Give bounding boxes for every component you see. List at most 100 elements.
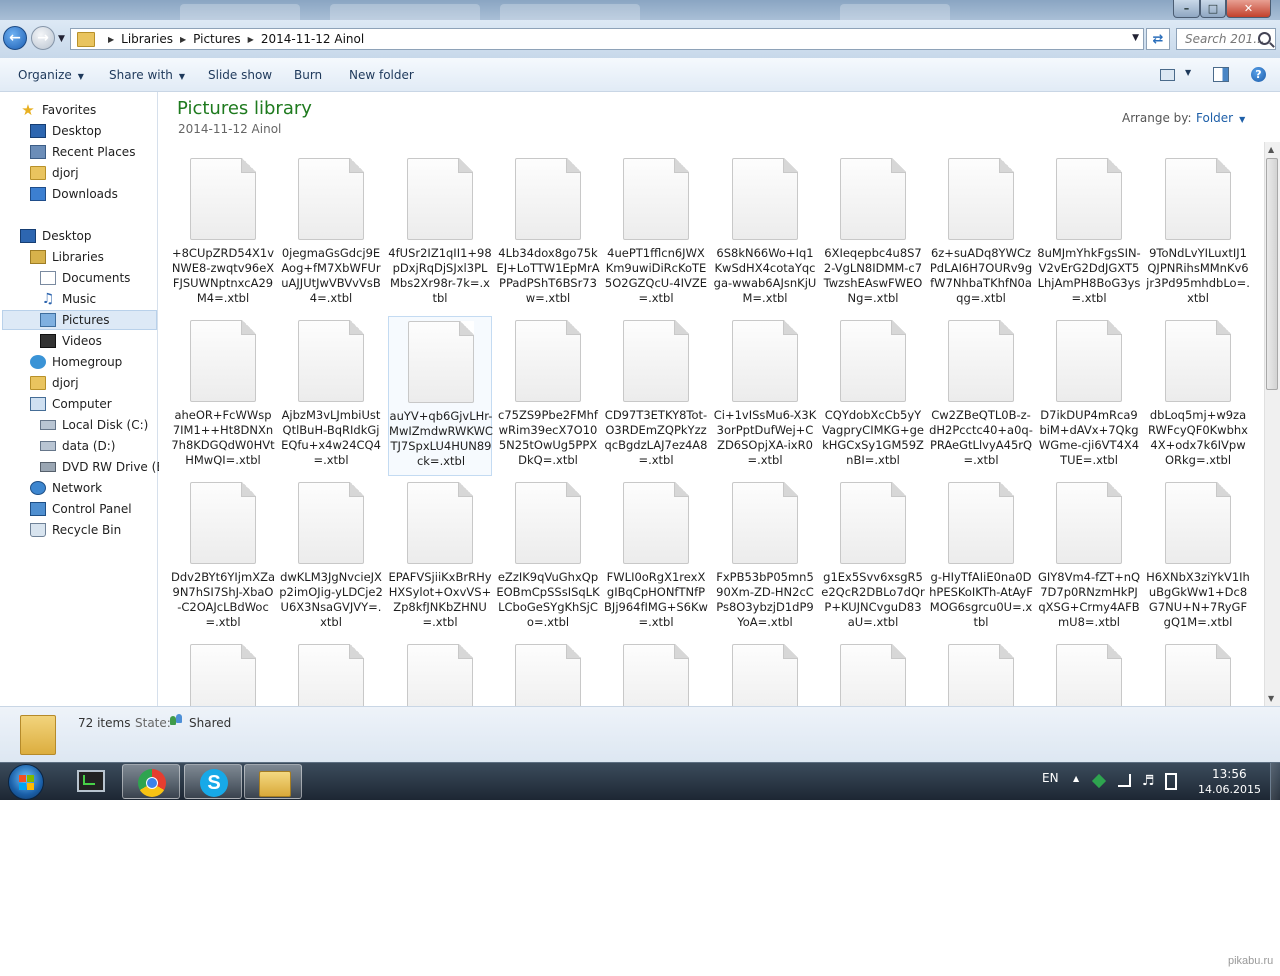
file-item[interactable]: 4uePT1fflcn6JWXKm9uwiDiRcKoTE5O2GZQcU-4I… bbox=[604, 154, 708, 314]
file-item[interactable]: 4fUSr2IZ1qII1+98pDxjRqDjSJxl3PLMbs2Xr98r… bbox=[388, 154, 492, 314]
nav-pictures[interactable]: Pictures bbox=[2, 310, 157, 330]
nav-recycle-bin[interactable]: Recycle Bin bbox=[30, 520, 121, 540]
file-item[interactable]: 9ToNdLvYILuxtIJ1QJPNRihsMMnKv6jr3Pd95mhd… bbox=[1146, 154, 1250, 314]
taskbar-chrome[interactable] bbox=[122, 764, 180, 799]
file-item[interactable]: GIY8Vm4-fZT+nQ7D7p0RNzmHkPJqXSG+Crmy4AFB… bbox=[1037, 478, 1141, 638]
nav-local-disk-c[interactable]: Local Disk (C:) bbox=[40, 415, 148, 435]
language-indicator[interactable]: EN bbox=[1042, 771, 1059, 785]
file-item[interactable]: 4Lb34dox8go75kEJ+LoTTW1EpMrAPPadPShT6BSr… bbox=[496, 154, 600, 314]
nav-data-d[interactable]: data (D:) bbox=[40, 436, 116, 456]
antivirus-shield-icon[interactable] bbox=[1091, 773, 1107, 789]
close-button[interactable]: ✕ bbox=[1226, 0, 1271, 18]
start-button[interactable] bbox=[8, 764, 44, 800]
file-item[interactable]: 0jegmaGsGdcj9EAog+fM7XbWFUruAJJUtJwVBVvV… bbox=[279, 154, 383, 314]
nav-computer[interactable]: Computer bbox=[30, 394, 112, 414]
file-item[interactable]: D7ikDUP4mRca9biM+dAVx+7QkgWGme-cji6VT4X4… bbox=[1037, 316, 1141, 476]
scroll-up-icon[interactable]: ▲ bbox=[1268, 145, 1274, 154]
file-item[interactable]: aheOR+FcWWsp7IM1++Ht8DNXn7h8KDGQdW0HVtHM… bbox=[171, 316, 275, 476]
clock-time[interactable]: 13:56 bbox=[1212, 767, 1247, 781]
file-item[interactable]: 8uMJmYhkFgsSIN-V2vErG2DdJGXT5LhjAmPH8BoG… bbox=[1037, 154, 1141, 314]
chevron-down-icon[interactable]: ▼ bbox=[1132, 33, 1139, 43]
nav-dvd-drive-e[interactable]: DVD RW Drive (E:) bbox=[40, 457, 173, 477]
nav-documents[interactable]: Documents bbox=[40, 268, 130, 288]
file-item[interactable] bbox=[1037, 640, 1141, 706]
nav-djorj-favorite[interactable]: djorj bbox=[30, 163, 79, 183]
chevron-down-icon[interactable]: ▼ bbox=[1185, 68, 1191, 77]
file-item[interactable]: c75ZS9Pbe2FMhfwRim39ecX7O105N25tOwUg5PPX… bbox=[496, 316, 600, 476]
scroll-down-icon[interactable]: ▼ bbox=[1268, 694, 1274, 703]
nav-djorj[interactable]: djorj bbox=[30, 373, 79, 393]
file-item[interactable]: eZzIK9qVuGhxQpEOBmCpSSsISqLKLCboGeSYgKhS… bbox=[496, 478, 600, 638]
nav-recent-places[interactable]: Recent Places bbox=[30, 142, 135, 162]
file-item[interactable]: CD97T3ETKY8Tot-O3RDEmZQPkYzzqcBgdzLAJ7ez… bbox=[604, 316, 708, 476]
show-desktop-button[interactable] bbox=[1270, 763, 1280, 800]
breadcrumb-current-folder[interactable]: 2014-11-12 Ainol bbox=[261, 32, 364, 46]
power-icon[interactable] bbox=[1165, 773, 1177, 790]
volume-icon[interactable]: ♬ bbox=[1142, 774, 1156, 788]
preview-pane-icon[interactable] bbox=[1213, 67, 1229, 82]
nav-music[interactable]: ♫ Music bbox=[40, 289, 96, 309]
nav-desktop[interactable]: Desktop bbox=[20, 226, 92, 246]
file-item[interactable]: +8CUpZRD54X1vNWE8-zwqtv96eXFJSUWNptnxcA2… bbox=[171, 154, 275, 314]
file-item[interactable]: 6z+suADq8YWCzPdLAI6H7OURv9gfW7NhbaTKhfN0… bbox=[929, 154, 1033, 314]
file-item[interactable]: dwKLM3JgNvcieJXp2imOJig-yLDCje2U6X3NsaGV… bbox=[279, 478, 383, 638]
nav-libraries[interactable]: Libraries bbox=[30, 247, 104, 267]
forward-button[interactable]: → bbox=[31, 26, 55, 50]
file-item[interactable] bbox=[821, 640, 925, 706]
file-item[interactable]: AjbzM3vLJmbiUstQtlBuH-BqRIdkGjEQfu+x4w24… bbox=[279, 316, 383, 476]
file-item[interactable]: Ddv2BYt6YIjmXZa9N7hSI7ShJ-XbaO-C2OAJcLBd… bbox=[171, 478, 275, 638]
scrollbar-thumb[interactable] bbox=[1266, 158, 1278, 390]
file-item[interactable]: g1Ex5Svv6xsgR5e2QcR2DBLo7dQrP+KUJNCvguD8… bbox=[821, 478, 925, 638]
breadcrumb-libraries[interactable]: Libraries bbox=[121, 32, 173, 46]
chevron-right-icon[interactable]: ▶ bbox=[108, 35, 114, 44]
file-item[interactable] bbox=[604, 640, 708, 706]
breadcrumb-pictures[interactable]: Pictures bbox=[193, 32, 241, 46]
signal-strength-icon[interactable] bbox=[1118, 774, 1131, 787]
slide-show-button[interactable]: Slide show bbox=[208, 68, 272, 82]
refresh-button[interactable]: ⇄ bbox=[1146, 28, 1170, 50]
file-item[interactable]: EPAFVSjiiKxBrRHyHXSylot+OxvVS+Zp8kfJNKbZ… bbox=[388, 478, 492, 638]
new-folder-button[interactable]: New folder bbox=[349, 68, 414, 82]
burn-button[interactable]: Burn bbox=[294, 68, 322, 82]
file-item[interactable] bbox=[713, 640, 817, 706]
file-item[interactable] bbox=[171, 640, 275, 706]
file-item[interactable]: CQYdobXcCb5yYVagpryCIMKG+gekHGCxSy1GM59Z… bbox=[821, 316, 925, 476]
arrange-by-dropdown[interactable]: Folder ▼ bbox=[1196, 111, 1245, 125]
file-item[interactable] bbox=[496, 640, 600, 706]
nav-desktop-favorite[interactable]: Desktop bbox=[30, 121, 102, 141]
file-item[interactable] bbox=[388, 640, 492, 706]
nav-videos[interactable]: Videos bbox=[40, 331, 102, 351]
file-item[interactable]: 6XIeqepbc4u8S72-VgLN8IDMM-c7TwzshEAswFWE… bbox=[821, 154, 925, 314]
chevron-right-icon[interactable]: ▶ bbox=[180, 35, 186, 44]
help-icon[interactable]: ? bbox=[1251, 67, 1266, 82]
change-view-icon[interactable] bbox=[1160, 69, 1175, 81]
file-item[interactable]: auYV+qb6GjvLHr-MwIZmdwRWKWCTJ7SpxLU4HUN8… bbox=[388, 316, 493, 476]
nav-homegroup[interactable]: Homegroup bbox=[30, 352, 122, 372]
back-button[interactable]: ← bbox=[3, 26, 27, 50]
file-item[interactable]: g-HIyTfAIiE0na0DhPESKoIKTh-AtAyFMOG6sgrc… bbox=[929, 478, 1033, 638]
file-item[interactable] bbox=[279, 640, 383, 706]
nav-network[interactable]: Network bbox=[30, 478, 102, 498]
taskbar-skype[interactable]: S bbox=[184, 764, 242, 799]
recent-pages-dropdown[interactable]: ▼ bbox=[58, 34, 65, 44]
file-item[interactable]: H6XNbX3ziYkV1IhuBgGkWw1+Dc8G7NU+N+7RyGFg… bbox=[1146, 478, 1250, 638]
address-bar[interactable]: ▶ Libraries ▶ Pictures ▶ 2014-11-12 Aino… bbox=[70, 28, 1144, 50]
taskbar-explorer[interactable] bbox=[244, 764, 302, 799]
file-item[interactable] bbox=[1146, 640, 1250, 706]
file-item[interactable]: Ci+1vISsMu6-X3K3orPptDufWej+CZD6SOpjXA-i… bbox=[713, 316, 817, 476]
show-hidden-icons-icon[interactable]: ▲ bbox=[1073, 774, 1079, 783]
taskbar-system-monitor[interactable] bbox=[60, 764, 118, 799]
file-item[interactable]: Cw2ZBeQTL0B-z-dH2Pcctc40+a0q-PRAeGtLlvyA… bbox=[929, 316, 1033, 476]
search-input[interactable]: Search 201... bbox=[1176, 28, 1276, 50]
file-item[interactable]: 6S8kN66Wo+Iq1KwSdHX4cotaYqcga-wwab6AJsnK… bbox=[713, 154, 817, 314]
maximize-button[interactable]: □ bbox=[1200, 0, 1226, 18]
file-item[interactable] bbox=[929, 640, 1033, 706]
file-item[interactable]: FxPB53bP05mn590Xm-ZD-HN2cCPs8O3ybzjD1dP9… bbox=[713, 478, 817, 638]
file-item[interactable]: dbLoq5mj+w9zaRWFcyQF0Kwbhx4X+odx7k6IVpwO… bbox=[1146, 316, 1250, 476]
chevron-right-icon[interactable]: ▶ bbox=[248, 35, 254, 44]
organize-button[interactable]: Organize ▼ bbox=[18, 68, 84, 82]
clock-date[interactable]: 14.06.2015 bbox=[1198, 783, 1261, 796]
nav-downloads[interactable]: Downloads bbox=[30, 184, 118, 204]
share-with-button[interactable]: Share with ▼ bbox=[109, 68, 185, 82]
nav-favorites[interactable]: ★ Favorites bbox=[20, 100, 96, 120]
